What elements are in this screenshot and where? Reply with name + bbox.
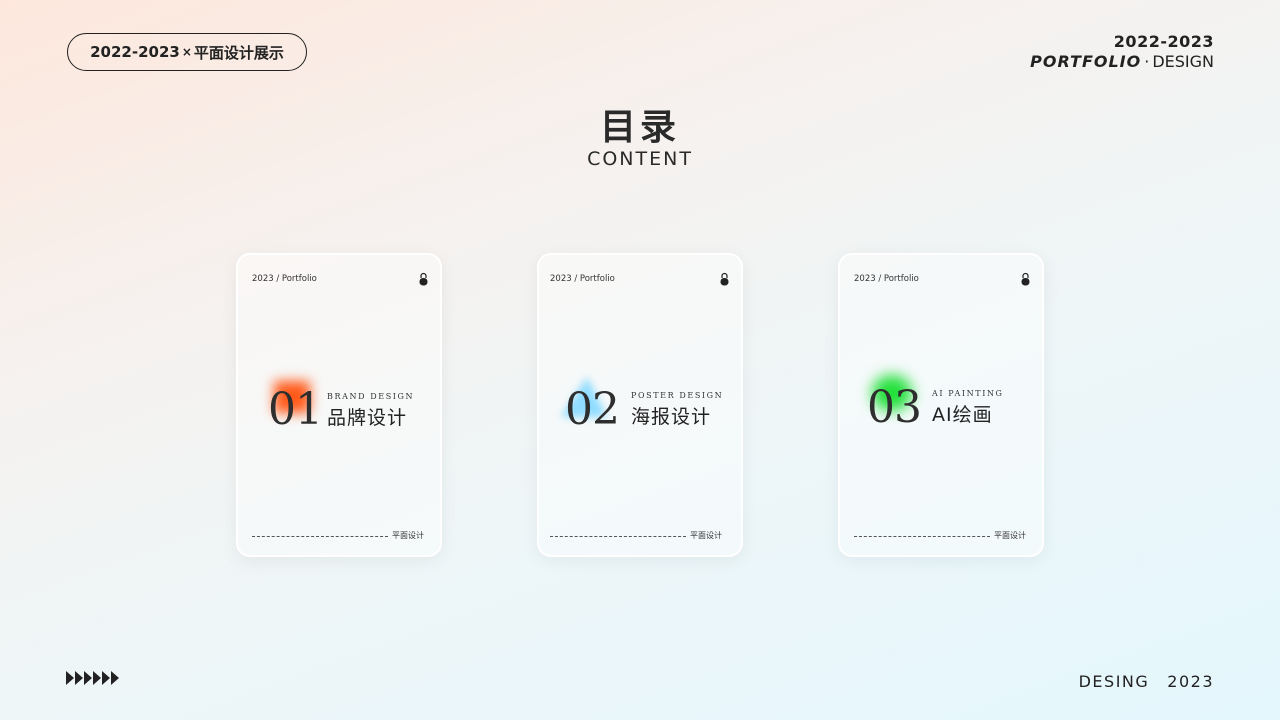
dashed-rule — [252, 536, 388, 537]
card-poster-design[interactable]: 2023 / Portfolio 02 POSTER DESIGN 海报设计 平… — [537, 253, 743, 557]
card-meta: 2023 / Portfolio — [550, 274, 615, 284]
lock-icon — [419, 272, 428, 286]
card-ai-painting[interactable]: 2023 / Portfolio 03 AI PAINTING AI绘画 平面设… — [838, 253, 1044, 557]
dashed-rule — [550, 536, 686, 537]
page-subtitle: CONTENT — [587, 148, 693, 170]
card-brand-design[interactable]: 2023 / Portfolio 01 BRAND DESIGN 品牌设计 平面… — [236, 253, 442, 557]
header-right: 2022-2023 PORTFOLIO · DESIGN — [1030, 32, 1214, 71]
header-year: 2022-2023 — [1113, 32, 1214, 51]
card-chinese-label: 品牌设计 — [327, 407, 408, 429]
card-chinese-label: 海报设计 — [631, 406, 712, 428]
page-title: 目录 — [599, 107, 680, 148]
card-chinese-label: AI绘画 — [932, 404, 993, 426]
design-word: DESIGN — [1152, 52, 1214, 71]
card-english-label: BRAND DESIGN — [327, 392, 415, 401]
card-number: 03 — [867, 382, 922, 433]
card-footer-label: 平面设计 — [994, 531, 1026, 540]
footer-year: 2023 — [1167, 672, 1214, 691]
pill-times: × — [181, 45, 192, 59]
header-portfolio-design: PORTFOLIO · DESIGN — [1030, 52, 1214, 71]
header-pill: 2022-2023 × 平面设计展示 — [67, 33, 307, 71]
footer-label: DESING 2023 — [1079, 672, 1214, 691]
card-meta: 2023 / Portfolio — [854, 274, 919, 284]
card-english-label: POSTER DESIGN — [631, 391, 724, 400]
card-meta: 2023 / Portfolio — [252, 274, 317, 284]
footer-word: DESING — [1078, 672, 1150, 691]
header-dot: · — [1144, 52, 1150, 71]
card-english-label: AI PAINTING — [932, 389, 1004, 398]
card-number: 01 — [268, 384, 323, 435]
arrow-row-icon — [66, 671, 119, 685]
card-footer-label: 平面设计 — [690, 531, 722, 540]
lock-icon — [720, 272, 729, 286]
card-number: 02 — [565, 384, 620, 435]
pill-years: 2022-2023 — [90, 43, 180, 61]
portfolio-word: PORTFOLIO — [1030, 52, 1142, 71]
dashed-rule — [854, 536, 990, 537]
lock-icon — [1021, 272, 1030, 286]
pill-label: 平面设计展示 — [193, 43, 284, 62]
card-footer-label: 平面设计 — [392, 531, 424, 540]
